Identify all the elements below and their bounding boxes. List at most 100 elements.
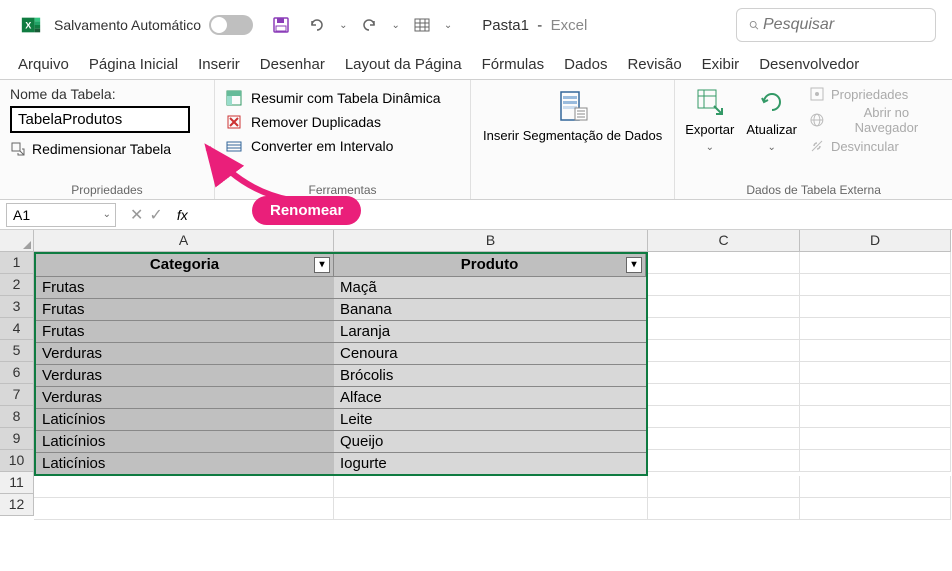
row-header[interactable]: 3 — [0, 296, 34, 318]
cell[interactable] — [800, 362, 951, 384]
cell[interactable] — [648, 318, 800, 340]
cell[interactable]: Frutas — [36, 298, 334, 320]
cell[interactable]: Frutas — [36, 320, 334, 342]
cell[interactable] — [800, 384, 951, 406]
grid-icon-button[interactable] — [408, 11, 436, 39]
cell[interactable]: Cenoura — [334, 342, 646, 364]
search-box[interactable] — [736, 8, 936, 42]
fx-label[interactable]: fx — [177, 207, 188, 223]
cell[interactable]: Laticínios — [36, 430, 334, 452]
save-button[interactable] — [267, 11, 295, 39]
remove-duplicates-button[interactable]: Remover Duplicadas — [225, 110, 460, 134]
insert-slicer-button[interactable]: Inserir Segmentação de Dados — [483, 88, 662, 144]
cell[interactable] — [648, 340, 800, 362]
row-header[interactable]: 12 — [0, 494, 34, 516]
tab-formulas[interactable]: Fórmulas — [472, 50, 555, 79]
cell[interactable] — [334, 476, 648, 498]
cell[interactable] — [648, 274, 800, 296]
tab-dados[interactable]: Dados — [554, 50, 617, 79]
cell[interactable] — [800, 318, 951, 340]
cell[interactable] — [800, 406, 951, 428]
row-header[interactable]: 1 — [0, 252, 34, 274]
row-header[interactable]: 11 — [0, 472, 34, 494]
cell[interactable]: Verduras — [36, 342, 334, 364]
cell[interactable] — [648, 428, 800, 450]
column-header-d[interactable]: D — [800, 230, 951, 252]
cell[interactable] — [648, 498, 800, 520]
export-button[interactable]: Exportar⌄ — [685, 86, 734, 154]
cell[interactable]: Frutas — [36, 276, 334, 298]
resize-table-button[interactable]: Redimensionar Tabela — [10, 139, 204, 159]
cell[interactable]: Maçã — [334, 276, 646, 298]
properties-group-label: Propriedades — [10, 181, 204, 197]
cell[interactable] — [334, 498, 648, 520]
refresh-button[interactable]: Atualizar⌄ — [746, 86, 797, 154]
cell[interactable] — [34, 476, 334, 498]
tab-exibir[interactable]: Exibir — [692, 50, 750, 79]
row-header[interactable]: 8 — [0, 406, 34, 428]
cell[interactable] — [648, 384, 800, 406]
pivot-table-button[interactable]: Resumir com Tabela Dinâmica — [225, 86, 460, 110]
column-header-c[interactable]: C — [648, 230, 800, 252]
table-name-input[interactable] — [10, 106, 190, 133]
table-header-produto[interactable]: Produto ▾ — [334, 254, 646, 276]
tab-desenvolvedor[interactable]: Desenvolvedor — [749, 50, 869, 79]
redo-button[interactable] — [355, 11, 383, 39]
cell[interactable] — [648, 252, 800, 274]
cell[interactable] — [648, 362, 800, 384]
filter-dropdown-icon[interactable]: ▾ — [314, 257, 330, 273]
tab-revisao[interactable]: Revisão — [617, 50, 691, 79]
cell[interactable]: Banana — [334, 298, 646, 320]
row-header[interactable]: 10 — [0, 450, 34, 472]
cell[interactable] — [800, 296, 951, 318]
redo-dropdown[interactable]: ⌄ — [391, 20, 399, 31]
cell[interactable] — [648, 450, 800, 472]
cell[interactable]: Verduras — [36, 364, 334, 386]
cell[interactable]: Iogurte — [334, 452, 646, 474]
tab-desenhar[interactable]: Desenhar — [250, 50, 335, 79]
cell[interactable]: Queijo — [334, 430, 646, 452]
tab-arquivo[interactable]: Arquivo — [8, 50, 79, 79]
cell[interactable] — [648, 296, 800, 318]
cell[interactable] — [800, 476, 951, 498]
cell[interactable] — [800, 340, 951, 362]
cell[interactable]: Laticínios — [36, 408, 334, 430]
cell[interactable] — [648, 406, 800, 428]
tab-pagina-inicial[interactable]: Página Inicial — [79, 50, 188, 79]
row-header[interactable]: 6 — [0, 362, 34, 384]
name-box[interactable]: A1 ⌄ — [6, 203, 116, 227]
cell[interactable]: Alface — [334, 386, 646, 408]
column-header-a[interactable]: A — [34, 230, 334, 252]
cell[interactable] — [800, 252, 951, 274]
autosave-toggle[interactable] — [209, 15, 253, 35]
cell[interactable]: Laranja — [334, 320, 646, 342]
column-header-b[interactable]: B — [334, 230, 648, 252]
convert-to-range-button[interactable]: Converter em Intervalo — [225, 134, 460, 158]
data-table[interactable]: Categoria ▾ Produto ▾ FrutasMaçã FrutasB… — [34, 252, 648, 476]
cell[interactable]: Leite — [334, 408, 646, 430]
row-header[interactable]: 4 — [0, 318, 34, 340]
select-all-cell[interactable] — [0, 230, 34, 252]
cell[interactable]: Verduras — [36, 386, 334, 408]
undo-dropdown[interactable]: ⌄ — [339, 20, 347, 31]
row-header[interactable]: 7 — [0, 384, 34, 406]
table-header-categoria[interactable]: Categoria ▾ — [36, 254, 334, 276]
name-box-dropdown-icon[interactable]: ⌄ — [103, 209, 111, 220]
cell[interactable] — [800, 498, 951, 520]
cell[interactable] — [800, 450, 951, 472]
filter-dropdown-icon[interactable]: ▾ — [626, 257, 642, 273]
cell[interactable] — [34, 498, 334, 520]
qat-more-dropdown[interactable]: ⌄ — [444, 20, 452, 31]
row-header[interactable]: 5 — [0, 340, 34, 362]
cell[interactable] — [800, 428, 951, 450]
row-header[interactable]: 2 — [0, 274, 34, 296]
row-header[interactable]: 9 — [0, 428, 34, 450]
cell[interactable] — [648, 476, 800, 498]
search-input[interactable] — [763, 16, 923, 34]
cell[interactable]: Laticínios — [36, 452, 334, 474]
cell[interactable]: Brócolis — [334, 364, 646, 386]
cell[interactable] — [800, 274, 951, 296]
tab-inserir[interactable]: Inserir — [188, 50, 250, 79]
tab-layout[interactable]: Layout da Página — [335, 50, 472, 79]
undo-button[interactable] — [303, 11, 331, 39]
